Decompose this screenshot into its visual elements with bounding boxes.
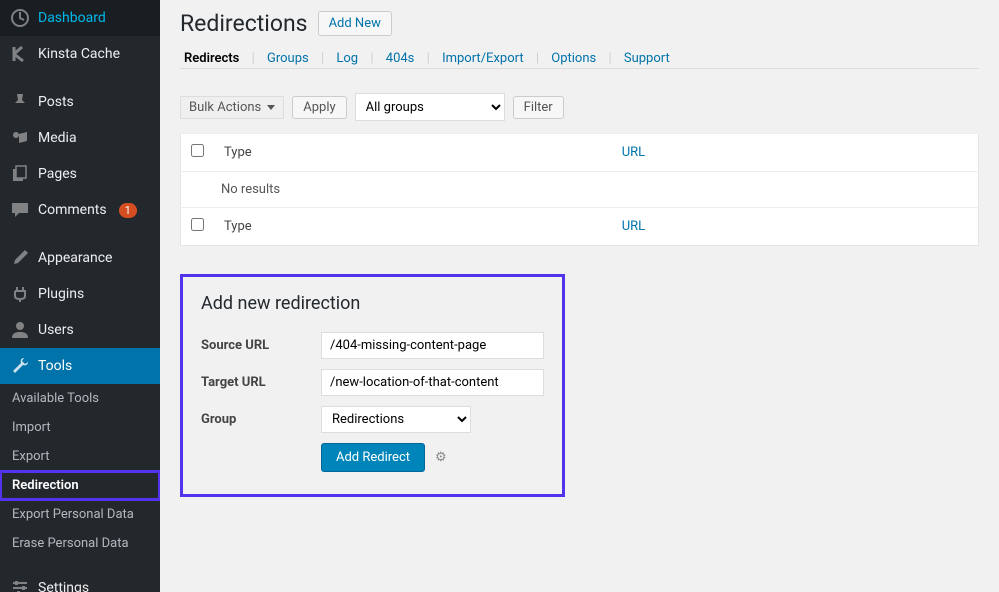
tab-separator: | <box>316 51 329 66</box>
main-content: Redirections Add New Redirects | Groups … <box>160 0 999 592</box>
source-url-row: Source URL <box>201 332 544 359</box>
add-new-button[interactable]: Add New <box>318 11 392 36</box>
select-all-checkbox[interactable] <box>191 144 204 157</box>
sidebar-item-media[interactable]: Media <box>0 120 160 156</box>
col-url-footer[interactable]: URL <box>612 208 979 246</box>
sidebar-item-settings[interactable]: Settings <box>0 570 160 592</box>
table-header-row: Type URL <box>181 134 979 172</box>
sidebar-item-appearance[interactable]: Appearance <box>0 240 160 276</box>
sidebar-label: Plugins <box>38 286 84 302</box>
redirects-table: Type URL No results Type URL <box>180 133 979 246</box>
tab-options[interactable]: Options <box>547 45 600 72</box>
filter-button[interactable]: Filter <box>513 96 564 119</box>
col-type[interactable]: Type <box>214 134 612 172</box>
sidebar-label: Users <box>38 322 74 338</box>
submenu-available-tools[interactable]: Available Tools <box>0 384 160 413</box>
bulk-actions-label: Bulk Actions <box>189 100 261 115</box>
add-redirect-button[interactable]: Add Redirect <box>321 443 425 472</box>
no-results-text: No results <box>181 172 979 208</box>
target-url-input[interactable] <box>321 369 544 396</box>
admin-sidebar: Dashboard Kinsta Cache Posts Media Pages… <box>0 0 160 592</box>
group-row: Group Redirections <box>201 406 544 433</box>
sidebar-label: Pages <box>38 166 77 182</box>
sidebar-label: Tools <box>38 358 72 374</box>
tab-redirects[interactable]: Redirects <box>180 45 243 72</box>
col-type-footer[interactable]: Type <box>214 208 612 246</box>
submenu-import[interactable]: Import <box>0 413 160 442</box>
tab-separator: | <box>422 51 435 66</box>
tab-separator: | <box>247 51 260 66</box>
form-actions: Add Redirect ⚙ <box>321 443 544 472</box>
form-title: Add new redirection <box>201 293 544 314</box>
filter-row: Bulk Actions Apply All groups Filter <box>180 93 979 121</box>
sidebar-separator <box>0 228 160 240</box>
select-all-cell-footer <box>181 208 215 246</box>
sidebar-item-comments[interactable]: Comments 1 <box>0 192 160 228</box>
submenu-redirection[interactable]: Redirection <box>0 471 160 500</box>
tab-separator: | <box>531 51 544 66</box>
sidebar-item-users[interactable]: Users <box>0 312 160 348</box>
media-icon <box>10 128 30 148</box>
tab-nav: Redirects | Groups | Log | 404s | Import… <box>180 51 979 69</box>
submenu-erase-personal[interactable]: Erase Personal Data <box>0 529 160 558</box>
target-url-row: Target URL <box>201 369 544 396</box>
tab-log[interactable]: Log <box>332 45 362 72</box>
sidebar-label: Media <box>38 130 77 146</box>
comment-icon <box>10 200 30 220</box>
sidebar-item-kinsta[interactable]: Kinsta Cache <box>0 36 160 72</box>
sidebar-label: Settings <box>38 580 89 592</box>
source-url-input[interactable] <box>321 332 544 359</box>
submenu-export-personal[interactable]: Export Personal Data <box>0 500 160 529</box>
sliders-icon <box>10 578 30 592</box>
tab-separator: | <box>365 51 378 66</box>
sidebar-separator <box>0 558 160 570</box>
sidebar-label: Comments <box>38 202 107 218</box>
page-title: Redirections <box>180 10 308 37</box>
pages-icon <box>10 164 30 184</box>
sidebar-label: Appearance <box>38 250 112 266</box>
sidebar-item-tools[interactable]: Tools <box>0 348 160 384</box>
apply-button[interactable]: Apply <box>292 96 346 119</box>
tab-groups[interactable]: Groups <box>263 45 313 72</box>
tab-import-export[interactable]: Import/Export <box>438 45 528 72</box>
group-label: Group <box>201 412 321 427</box>
wrench-icon <box>10 356 30 376</box>
comments-badge: 1 <box>119 203 137 218</box>
sidebar-item-plugins[interactable]: Plugins <box>0 276 160 312</box>
target-url-label: Target URL <box>201 375 321 390</box>
bulk-actions-select[interactable]: Bulk Actions <box>180 96 284 119</box>
plug-icon <box>10 284 30 304</box>
sidebar-item-posts[interactable]: Posts <box>0 84 160 120</box>
tab-404s[interactable]: 404s <box>382 45 419 72</box>
select-all-cell <box>181 134 215 172</box>
tab-separator: | <box>603 51 616 66</box>
select-all-checkbox-footer[interactable] <box>191 218 204 231</box>
sidebar-item-dashboard[interactable]: Dashboard <box>0 0 160 36</box>
table-footer-row: Type URL <box>181 208 979 246</box>
chevron-down-icon <box>267 105 275 110</box>
gear-icon[interactable]: ⚙ <box>435 450 447 465</box>
col-url[interactable]: URL <box>612 134 979 172</box>
sidebar-separator <box>0 72 160 84</box>
sidebar-item-pages[interactable]: Pages <box>0 156 160 192</box>
dashboard-icon <box>10 8 30 28</box>
sidebar-label: Kinsta Cache <box>38 46 120 62</box>
add-redirection-form: Add new redirection Source URL Target UR… <box>180 274 565 497</box>
source-url-label: Source URL <box>201 338 321 353</box>
group-select[interactable]: Redirections <box>321 406 471 433</box>
sidebar-label: Dashboard <box>38 10 106 26</box>
submenu-export[interactable]: Export <box>0 442 160 471</box>
user-icon <box>10 320 30 340</box>
brush-icon <box>10 248 30 268</box>
tab-support[interactable]: Support <box>620 45 674 72</box>
sidebar-label: Posts <box>38 94 74 110</box>
no-results-row: No results <box>181 172 979 208</box>
pin-icon <box>10 92 30 112</box>
page-header: Redirections Add New <box>180 10 979 37</box>
groups-filter-select[interactable]: All groups <box>355 93 505 121</box>
kinsta-icon <box>10 44 30 64</box>
